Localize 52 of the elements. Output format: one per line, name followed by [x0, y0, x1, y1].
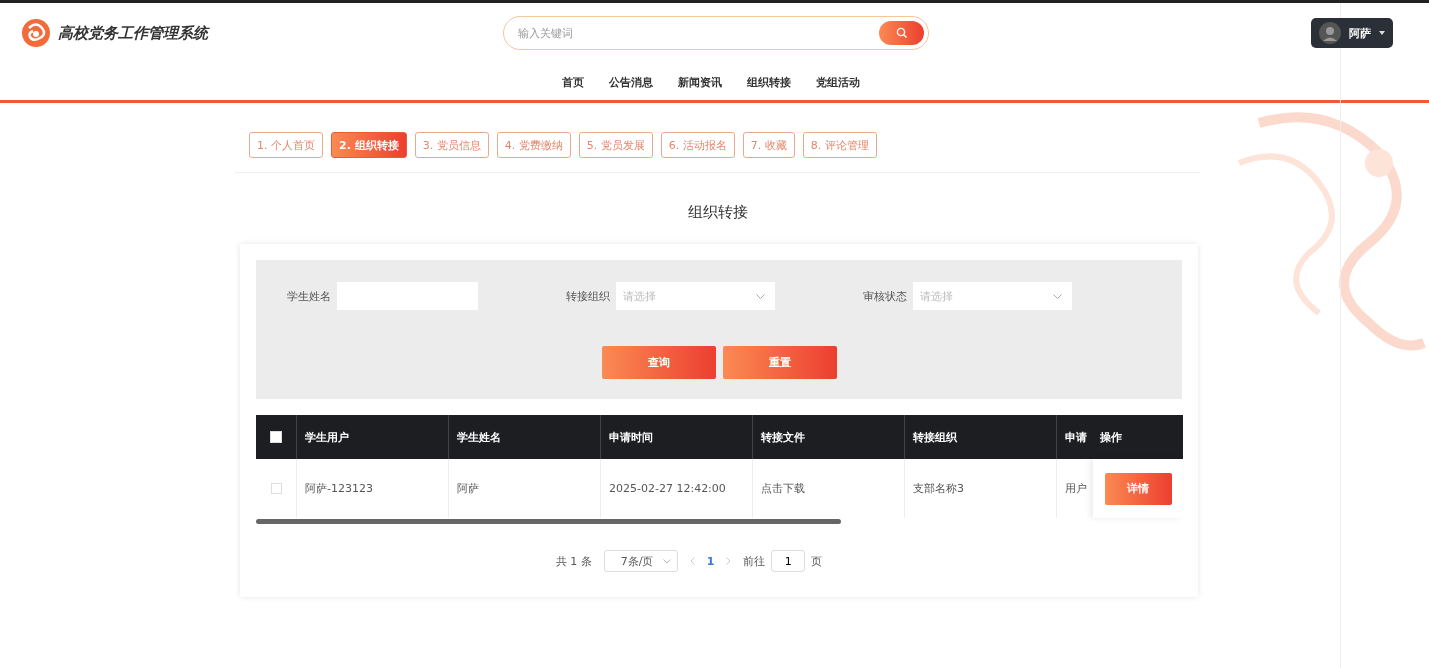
next-page-icon[interactable]: [726, 557, 732, 565]
tab[interactable]: 4. 党费缴纳: [496, 132, 571, 158]
goto-suffix: 页: [811, 553, 823, 569]
tab[interactable]: 1. 个人首页: [249, 132, 323, 158]
tab[interactable]: 6. 活动报名: [660, 132, 735, 158]
chevron-icon: [1053, 293, 1062, 299]
tab[interactable]: 3. 党员信息: [414, 132, 489, 158]
caret-icon: [1379, 31, 1385, 35]
goto-page-input[interactable]: 1: [771, 550, 806, 572]
row-checkbox[interactable]: [270, 483, 282, 494]
search-button[interactable]: [879, 21, 924, 45]
user-menu-button[interactable]: 阿萨: [1311, 18, 1393, 48]
nav-link[interactable]: 组织转接: [746, 75, 791, 90]
tab[interactable]: 2. 组织转接: [331, 132, 407, 158]
scrollbar[interactable]: [256, 519, 841, 524]
page-number[interactable]: 1: [706, 554, 715, 568]
column-header: 操作: [1099, 429, 1123, 446]
filter-label: 审核状态: [863, 288, 907, 304]
logo-icon: [20, 17, 52, 49]
total-count: 共 1 条: [555, 553, 592, 569]
filter-button[interactable]: 重置: [722, 346, 837, 379]
search-icon: [895, 27, 908, 39]
nav-link[interactable]: 党组活动: [815, 75, 860, 90]
table-cell: 点击下载: [753, 459, 905, 518]
nav-link[interactable]: 新闻资讯: [677, 75, 722, 90]
select-field[interactable]: 请选择: [616, 282, 775, 310]
chevron-icon: [756, 293, 765, 299]
table-cell: 2025-02-27 12:42:00: [601, 459, 753, 518]
page-title: 组织转接: [686, 203, 749, 222]
table-cell: 支部名称3: [905, 459, 1057, 518]
site-title: 高校党务工作管理系统: [58, 23, 208, 43]
filter-label: 学生姓名: [287, 288, 331, 304]
filter-label: 转接组织: [566, 288, 610, 304]
select-all-checkbox[interactable]: [270, 431, 282, 443]
chevron-icon: [662, 558, 671, 564]
goto-label: 前往: [743, 553, 766, 569]
tab[interactable]: 8. 评论管理: [802, 132, 877, 158]
avatar-icon: [1319, 22, 1341, 44]
nav-link[interactable]: 公告消息: [608, 75, 653, 90]
page-size-select[interactable]: 7条/页: [603, 550, 678, 572]
column-header: 申请: [1064, 429, 1088, 446]
nav-link[interactable]: 首页: [561, 75, 584, 90]
tab[interactable]: 5. 党员发展: [578, 132, 653, 158]
table-cell: 阿萨-123123: [297, 459, 449, 518]
previous-page-icon[interactable]: [689, 557, 695, 565]
table-cell-text: 用户: [1064, 481, 1088, 497]
detail-button[interactable]: 详情: [1104, 472, 1172, 505]
filter-button[interactable]: 查询: [601, 346, 716, 379]
tab[interactable]: 7. 收藏: [742, 132, 795, 158]
search-field[interactable]: 输入关键词: [503, 16, 929, 50]
table-cell: 阿萨: [449, 459, 601, 518]
select-field[interactable]: 请选择: [913, 282, 1072, 310]
